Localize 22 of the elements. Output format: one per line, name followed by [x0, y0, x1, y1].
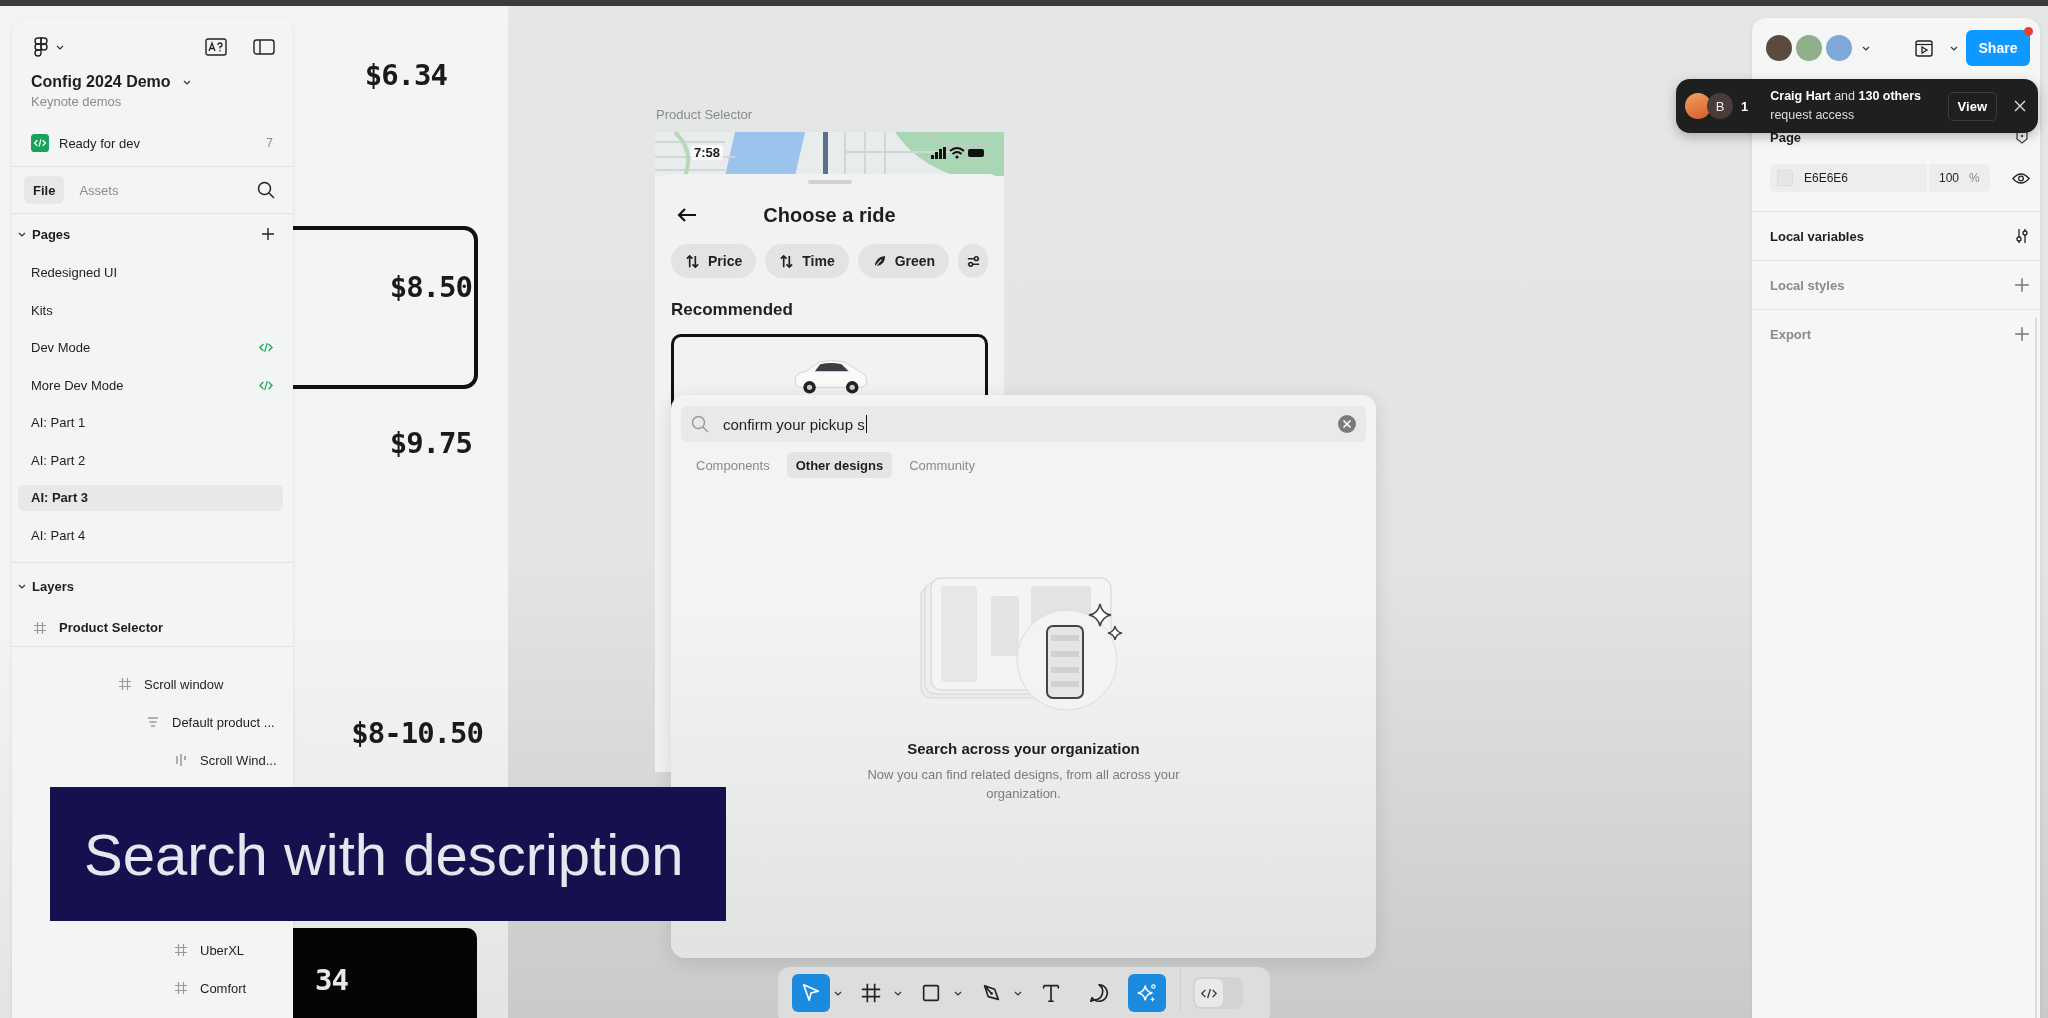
caption-text: Search with description: [84, 820, 684, 888]
project-name: Keynote demos: [30, 93, 123, 111]
section-title: Pages: [32, 226, 71, 242]
request-count: 1: [1741, 98, 1749, 114]
section-title: Export: [1770, 326, 1812, 342]
price-label: $9.75: [389, 425, 472, 462]
price-label: $6.34: [364, 57, 447, 94]
status-time: 7:58: [691, 145, 724, 160]
empty-state-title: Search across your organization: [907, 740, 1140, 757]
section-title: Local variables: [1770, 228, 1864, 244]
avatar: B: [1707, 93, 1733, 119]
toast-message: Craig Hart and 130 others request access: [1770, 88, 1922, 124]
section-title: Layers: [32, 578, 74, 594]
price-label: $8.50: [389, 269, 472, 306]
price-label: $8-10.50: [351, 715, 483, 752]
section-heading: Recommended: [671, 300, 794, 320]
empty-state-text: Now you can find related designs, from all across your organization.: [866, 766, 1181, 803]
sheet-title: Choose a ride: [763, 203, 896, 227]
frame-label: Product Selector: [656, 107, 753, 122]
section-title: Page: [1770, 129, 1802, 145]
price-label: 34: [315, 962, 348, 999]
section-title: Local styles: [1770, 277, 1845, 293]
